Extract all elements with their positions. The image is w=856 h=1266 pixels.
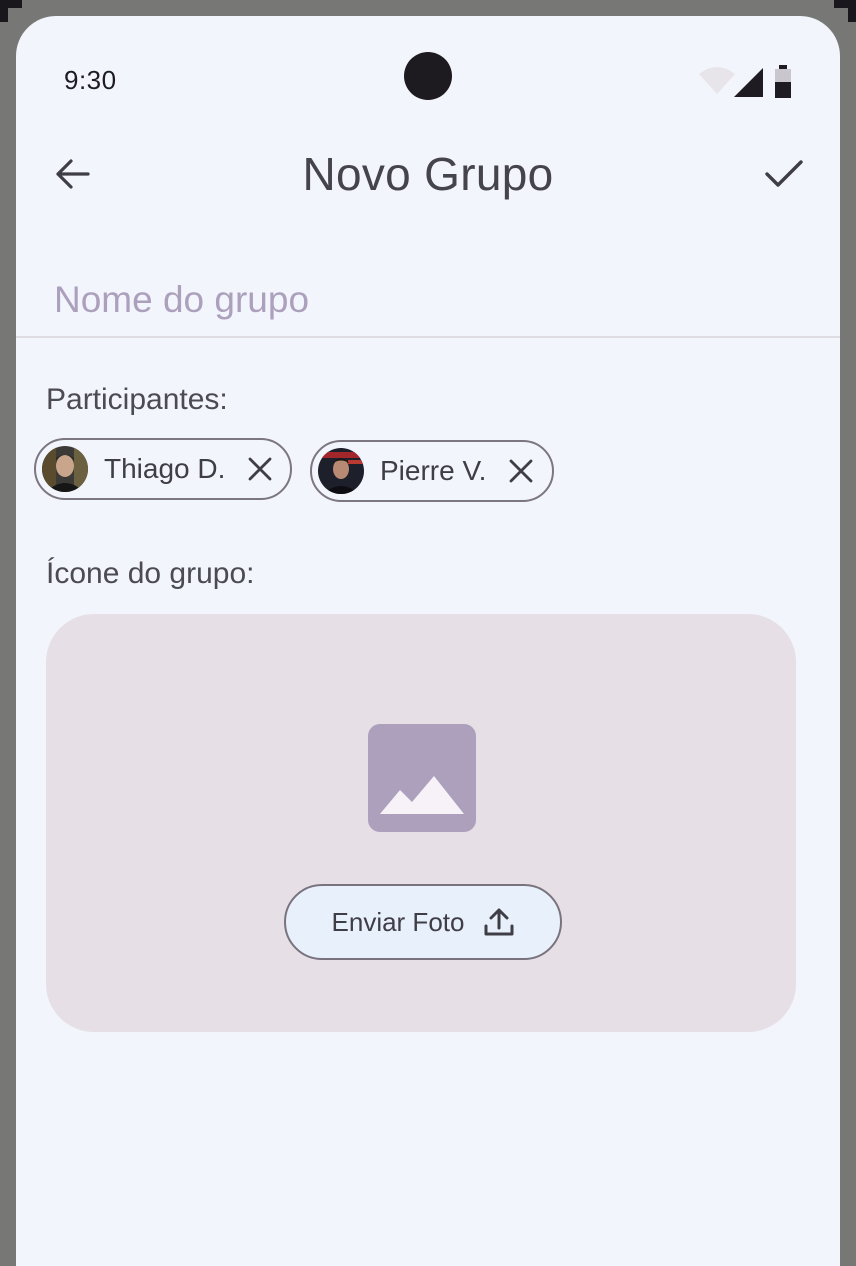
participant-chip[interactable]: Thiago D. — [34, 438, 292, 500]
upload-photo-button[interactable]: Enviar Foto — [284, 884, 562, 960]
group-icon-label: Ícone do grupo: — [46, 557, 255, 590]
frame-corner-top-left-v — [0, 0, 8, 22]
status-icons — [698, 65, 798, 103]
participants-label: Participantes: — [46, 383, 228, 416]
front-camera — [404, 52, 452, 100]
avatar — [318, 448, 364, 494]
phone-screen: 9:30 Novo Grupo Nome do grupo Participan… — [16, 16, 840, 1266]
participant-name: Pierre V. — [380, 455, 487, 486]
cellular-signal-icon — [734, 68, 764, 103]
remove-participant-button[interactable] — [243, 452, 277, 486]
check-icon — [765, 160, 803, 187]
remove-participant-button[interactable] — [504, 454, 538, 488]
participant-name: Thiago D. — [104, 453, 226, 484]
group-icon-card: Enviar Foto — [46, 614, 796, 1032]
upload-photo-label: Enviar Foto — [331, 906, 465, 937]
upload-icon — [484, 908, 514, 936]
participant-chip[interactable]: Pierre V. — [310, 440, 554, 502]
close-icon — [249, 457, 272, 481]
page-title: Novo Grupo — [302, 148, 554, 200]
confirm-button[interactable] — [754, 144, 814, 204]
battery-icon — [774, 65, 792, 104]
status-time: 9:30 — [64, 65, 117, 95]
avatar — [42, 446, 88, 492]
image-icon — [368, 724, 476, 832]
frame-corner-top-right-v — [848, 0, 856, 22]
group-name-input[interactable] — [16, 264, 840, 338]
wifi-icon — [698, 66, 736, 101]
close-icon — [509, 459, 533, 483]
